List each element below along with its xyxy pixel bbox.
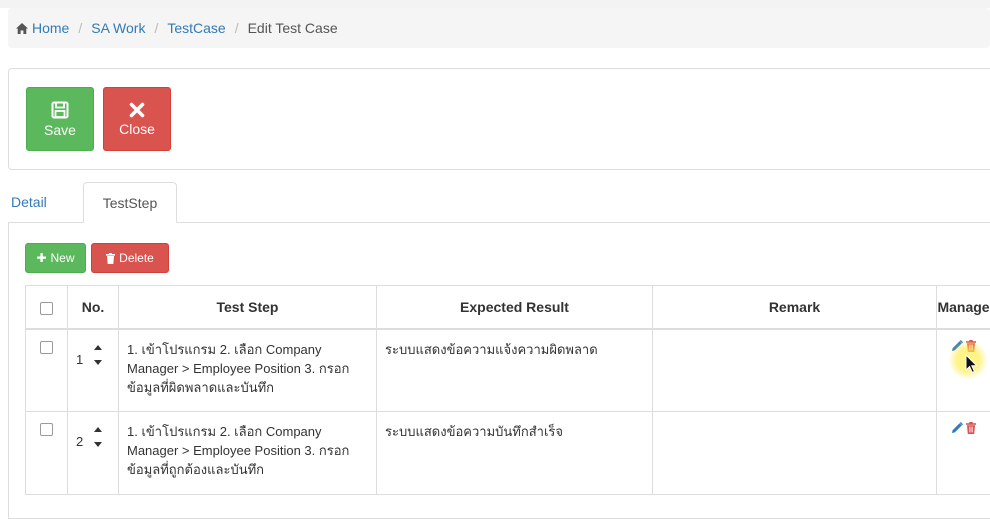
row-select-cell [25,411,68,495]
sort-up-icon[interactable] [94,344,102,350]
new-button[interactable]: ✚ New [25,243,86,273]
header-manage: Manage [936,285,990,330]
breadcrumb-current: Edit Test Case [247,20,338,36]
save-icon [51,101,69,118]
breadcrumb: Home / SA Work / TestCase / Edit Test Ca… [8,8,990,48]
breadcrumb-home[interactable]: Home [32,20,69,36]
sort-down-icon[interactable] [94,359,102,365]
close-icon [129,102,145,117]
tab-detail[interactable]: Detail [8,182,62,223]
mouse-pointer-icon [965,354,979,374]
new-label: New [50,251,75,265]
header-test-step: Test Step [118,285,377,330]
breadcrumb-separator: / [78,20,83,36]
header-expected-result: Expected Result [376,285,653,330]
home-icon [16,22,28,34]
breadcrumb-sa-work[interactable]: SA Work [91,20,145,36]
breadcrumb-testcase[interactable]: TestCase [167,20,225,36]
breadcrumb-separator: / [234,20,239,36]
sort-down-icon[interactable] [94,442,102,447]
row-test-step: 1. เข้าโปรแกรม 2. เลือก Company Manager … [118,411,377,495]
close-button[interactable]: Close [103,87,171,151]
delete-button[interactable]: Delete [91,243,169,273]
row-remark [652,328,937,412]
trash-icon[interactable] [966,422,977,434]
table-header-row: No. Test Step Expected Result Remark Man… [25,285,990,330]
plus-icon: ✚ [36,251,47,265]
row-number: 1 [76,351,84,367]
table-row: 2 1. เข้าโปรแกรม 2. เลือก Company Manage… [25,411,990,495]
row-no-cell: 2 [67,411,119,495]
select-all-cell [25,285,68,330]
sort-up-icon[interactable] [94,427,102,432]
save-label: Save [44,121,76,138]
row-expected-result: ระบบแสดงข้อความบันทึกสำเร็จ [376,411,653,495]
save-button[interactable]: Save [26,87,94,151]
close-label: Close [119,120,155,137]
pencil-icon[interactable] [951,422,963,434]
breadcrumb-separator: / [154,20,159,36]
row-select-cell [25,328,68,412]
row-checkbox[interactable] [40,340,53,354]
row-manage-cell [936,411,990,495]
select-all-checkbox[interactable] [40,301,53,315]
row-remark [652,411,937,495]
header-remark: Remark [652,285,937,330]
row-no-cell: 1 [67,328,119,412]
tab-bar: Detail TestStep [8,182,990,223]
row-checkbox[interactable] [40,423,53,436]
table-row: 1 1. เข้าโปรแกรม 2. เลือก Company Manage… [25,328,990,412]
row-number: 2 [76,434,84,449]
trash-icon [106,252,116,264]
test-step-table: No. Test Step Expected Result Remark Man… [25,285,990,495]
toolbar-panel: Save Close [8,68,990,170]
header-no: No. [67,285,119,330]
top-strip [0,0,990,8]
delete-label: Delete [119,251,154,265]
row-expected-result: ระบบแสดงข้อความแจ้งความผิดพลาด [376,328,653,412]
row-test-step: 1. เข้าโปรแกรม 2. เลือก Company Manager … [118,328,377,412]
tab-teststep[interactable]: TestStep [83,182,177,223]
